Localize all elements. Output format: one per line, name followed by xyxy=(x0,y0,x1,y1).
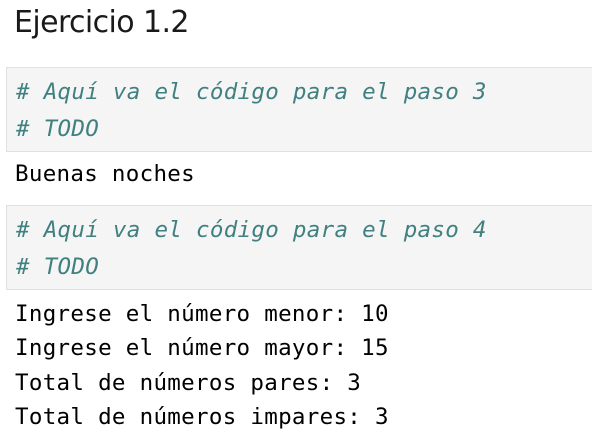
output-line: Buenas noches xyxy=(15,161,195,187)
cell-output-step-4: Ingrese el número menor: 10 Ingrese el n… xyxy=(15,297,389,434)
output-line: Ingrese el número mayor: 15 xyxy=(15,335,389,362)
code-cell-step-3[interactable]: # Aquí va el código para el paso 3 # TOD… xyxy=(6,67,592,152)
code-comment-line: # TODO xyxy=(16,254,100,280)
code-comment-line: # Aquí va el código para el paso 3 xyxy=(16,79,487,105)
code-comment-line: # Aquí va el código para el paso 4 xyxy=(16,217,487,243)
cell-output-step-3: Buenas noches xyxy=(15,157,195,191)
output-line: Total de números pares: 3 xyxy=(15,369,362,396)
output-line: Total de números impares: 3 xyxy=(15,403,389,430)
output-line: Ingrese el número menor: 10 xyxy=(15,301,389,327)
section-heading: Ejercicio 1.2 xyxy=(14,5,189,40)
code-comment-line: # TODO xyxy=(16,116,100,142)
code-cell-step-4[interactable]: # Aquí va el código para el paso 4 # TOD… xyxy=(6,205,592,290)
